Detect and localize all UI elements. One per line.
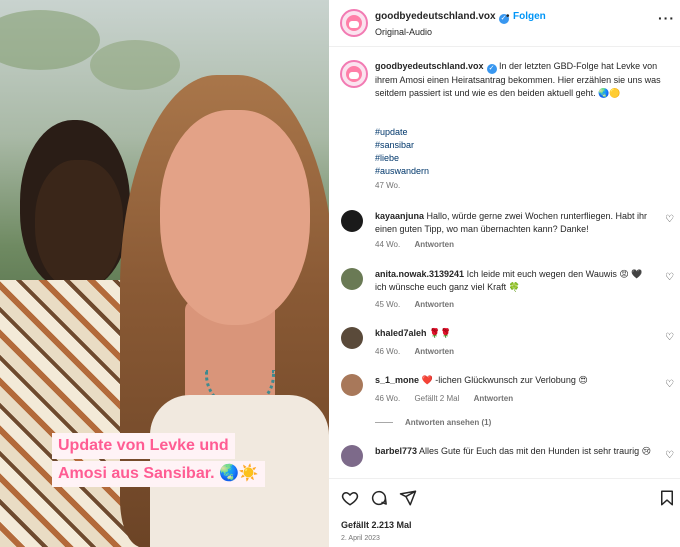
heart-icon[interactable]: ♡ [665,333,675,343]
post-sidebar: goodbyedeutschland.vox ✓ • Folgen Origina… [329,0,680,547]
view-replies-button[interactable]: Antworten ansehen (1) [375,418,491,427]
header-username[interactable]: goodbyedeutschland.vox ✓ [375,11,509,24]
separator-dot: • [506,11,510,22]
tree-foliage [90,40,180,90]
hashtag-list: #update #sansibar #liebe #auswandern [375,126,429,178]
comment-timestamp: 46 Wo. [375,347,401,356]
avatar[interactable] [341,327,363,349]
share-icon[interactable] [399,489,417,507]
comment-body: ❤️ -lichen Glückwunsch zur Verlobung 😍 [421,375,588,385]
avatar[interactable] [340,9,368,37]
heart-icon[interactable]: ♡ [665,215,675,225]
comment-text: barbel773 Alles Gute für Euch das mit de… [375,445,655,458]
heart-icon[interactable] [341,489,359,507]
verified-icon: ✓ [486,64,497,74]
hashtag-link[interactable]: #update [375,126,429,139]
comment-username[interactable]: khaled7aleh [375,328,427,338]
caption-timestamp: 47 Wo. [375,181,401,190]
person-face [160,110,310,325]
heart-icon[interactable]: ♡ [665,380,675,390]
bookmark-icon[interactable] [658,489,676,507]
comment-username[interactable]: anita.nowak.3139241 [375,269,464,279]
caption-text: goodbyedeutschland.vox ✓ In der letzten G… [375,60,671,100]
more-options-icon[interactable]: ··· [658,10,675,26]
hashtag-link[interactable]: #liebe [375,152,429,165]
heart-icon[interactable]: ♡ [665,451,675,461]
comment-text: s_1_mone ❤️ -lichen Glückwunsch zur Verl… [375,374,655,387]
comment-body: Alles Gute für Euch das mit den Hunden i… [419,446,652,456]
comment-text: kayaanjuna Hallo, würde gerne zwei Woche… [375,210,655,236]
audio-link[interactable]: Original-Audio [375,27,432,37]
comment-meta: 45 Wo. Antworten [375,300,466,309]
caption-line: Amosi aus Sansibar. 🌏☀️ [52,461,265,487]
comment-like-count[interactable]: Gefällt 2 Mal [414,394,459,403]
reply-button[interactable]: Antworten [474,394,514,403]
reply-button[interactable]: Antworten [414,347,454,356]
follow-button[interactable]: Folgen [513,11,546,22]
comment-timestamp: 45 Wo. [375,300,401,309]
video-caption-overlay: Update von Levke und Amosi aus Sansibar.… [52,433,274,489]
hashtag-link[interactable]: #sansibar [375,139,429,152]
post-header: goodbyedeutschland.vox ✓ • Folgen Origina… [329,0,680,47]
comment-username[interactable]: s_1_mone [375,375,419,385]
avatar[interactable] [341,374,363,396]
heart-icon[interactable]: ♡ [665,273,675,283]
comment-text: anita.nowak.3139241 Ich leide mit euch w… [375,268,655,294]
comment-meta: 46 Wo. Antworten [375,347,466,356]
reply-button[interactable]: Antworten [414,240,454,249]
avatar[interactable] [341,445,363,467]
comment-username[interactable]: kayaanjuna [375,211,424,221]
person-face [35,160,123,290]
comment-icon[interactable] [370,489,388,507]
comment-timestamp: 46 Wo. [375,394,401,403]
comment-username[interactable]: barbel773 [375,446,417,456]
caption-line: Update von Levke und [52,433,235,459]
comment-timestamp: 44 Wo. [375,240,401,249]
reply-button[interactable]: Antworten [414,300,454,309]
avatar[interactable] [341,268,363,290]
action-bar: Gefällt 2.213 Mal 2. April 2023 [329,478,680,547]
like-count[interactable]: Gefällt 2.213 Mal [341,520,412,530]
avatar[interactable] [341,210,363,232]
caption-username[interactable]: goodbyedeutschland.vox [375,61,484,71]
comment-meta: 46 Wo. Gefällt 2 Mal Antworten [375,394,525,403]
hashtag-link[interactable]: #auswandern [375,165,429,178]
comment-body: 🌹🌹 [429,328,452,338]
comment-text: khaled7aleh 🌹🌹 [375,327,655,340]
avatar[interactable] [340,60,368,88]
post-date: 2. April 2023 [341,535,380,542]
comment-meta: 44 Wo. Antworten [375,240,466,249]
reel-video[interactable]: Update von Levke und Amosi aus Sansibar.… [0,0,329,547]
